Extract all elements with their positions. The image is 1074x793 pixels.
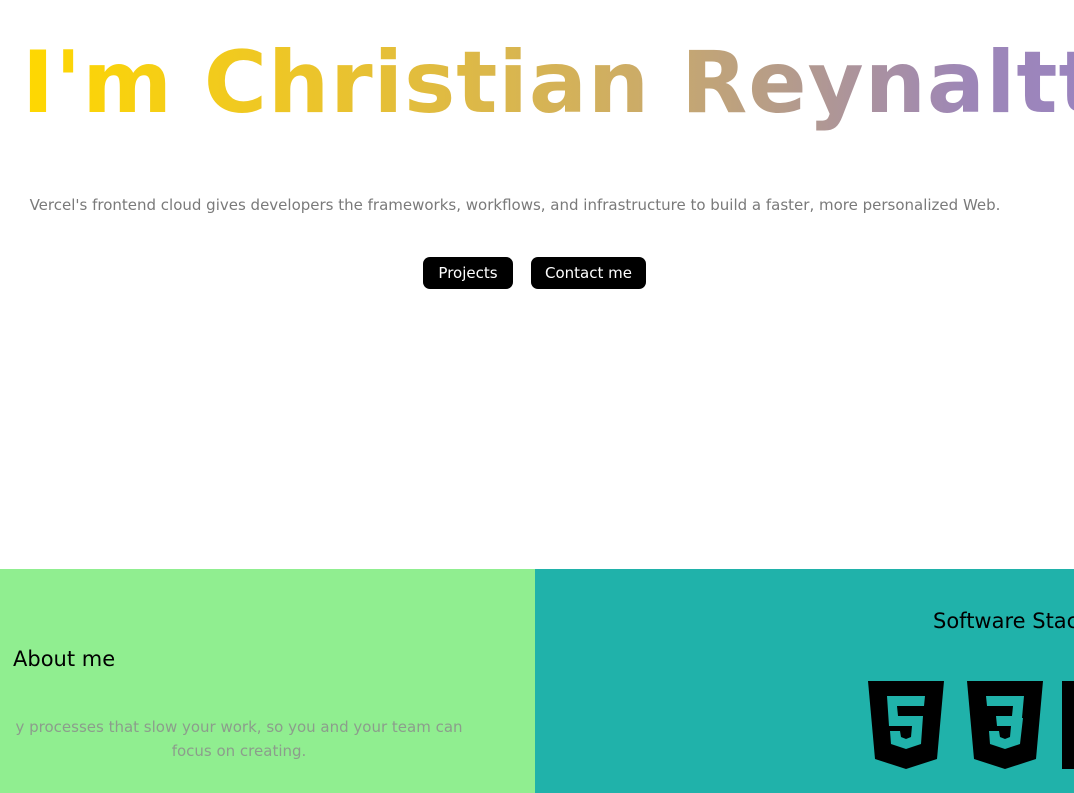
- software-stack-title: Software Stack: [933, 609, 1074, 633]
- about-title: About me: [13, 647, 116, 671]
- contact-me-button[interactable]: Contact me: [531, 257, 646, 289]
- partial-tech-icon: [1062, 681, 1074, 769]
- about-section: About me y processes that slow your work…: [0, 569, 535, 793]
- page: I'm Christian Reynaltt Vercel's frontend…: [0, 0, 1074, 793]
- css3-icon: [967, 681, 1043, 769]
- software-stack-section: Software Stack: [535, 569, 1074, 793]
- html5-icon: [868, 681, 944, 769]
- about-text: y processes that slow your work, so you …: [15, 718, 463, 760]
- hero-subtitle: Vercel's frontend cloud gives developers…: [29, 196, 1001, 214]
- projects-button[interactable]: Projects: [423, 257, 513, 289]
- hero-title: I'm Christian Reynaltt: [22, 28, 1074, 138]
